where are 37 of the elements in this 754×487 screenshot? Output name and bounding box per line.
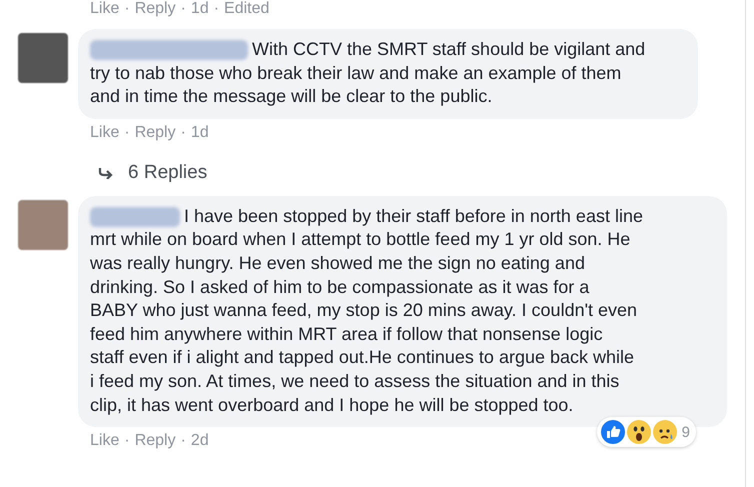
reply-link[interactable]: Reply	[134, 0, 176, 18]
comment-line: I have been stopped by their staff before in north east line	[184, 204, 643, 228]
avatar-placeholder[interactable]	[18, 33, 68, 83]
comment-line: staff even if i alight and tapped out.He continues to argue back while	[90, 346, 636, 370]
separator-dot: ·	[180, 0, 186, 18]
comment-line: and in time the message will be clear to the public.	[90, 85, 494, 108]
timestamp: 1d	[190, 124, 209, 142]
timestamp: Edited	[224, 0, 270, 18]
comment-line: was really hungry. He even showed me the sign no eating and	[90, 252, 586, 275]
reply-arrow-icon	[98, 166, 114, 179]
comment-line: BABY who just wanna feed, my stop is 20 mins away. I couldn't even	[90, 299, 638, 322]
comment-line: i feed my son. At times, we need to assess the situation and in this	[90, 370, 620, 393]
replies-link[interactable]: 6 Replies	[98, 162, 698, 184]
separator-dot: ·	[124, 124, 130, 142]
comment-line: feed him anywhere within MRT area if follow that nonsense logic	[90, 322, 604, 346]
reactions-badge[interactable]: 9	[596, 417, 696, 448]
reply-link[interactable]: Reply	[134, 124, 176, 142]
surprised-face-icon	[626, 420, 651, 444]
comment-line: mrt while on board when I attempt to bottle feed my 1 yr old son. He	[90, 228, 632, 252]
separator-dot: ·	[214, 0, 220, 18]
comment-line: try to nab those who break their law and make an example of them	[90, 62, 622, 85]
timestamp: 1d	[190, 0, 209, 18]
comment-line: drinking. So I asked of him to be compassionate as it was for a	[90, 276, 590, 299]
like-link[interactable]: Like	[90, 124, 120, 142]
avatar-placeholder[interactable]	[18, 200, 68, 250]
crying-face-icon	[652, 420, 677, 444]
comment-line: clip, it has went overboard and I hope he will be stopped too.	[90, 394, 574, 417]
like-reaction-icon	[600, 420, 625, 444]
separator-dot: ·	[180, 432, 186, 450]
separator-dot: ·	[180, 124, 186, 142]
comment-line: With CCTV the SMRT staff should be vigilant and	[252, 38, 646, 61]
reply-link[interactable]: Reply	[134, 432, 176, 450]
separator-dot: ·	[124, 0, 130, 18]
timestamp: 2d	[190, 432, 209, 450]
separator-dot: ·	[124, 432, 130, 450]
like-link[interactable]: Like	[90, 432, 120, 450]
like-link[interactable]: Like	[90, 0, 120, 18]
